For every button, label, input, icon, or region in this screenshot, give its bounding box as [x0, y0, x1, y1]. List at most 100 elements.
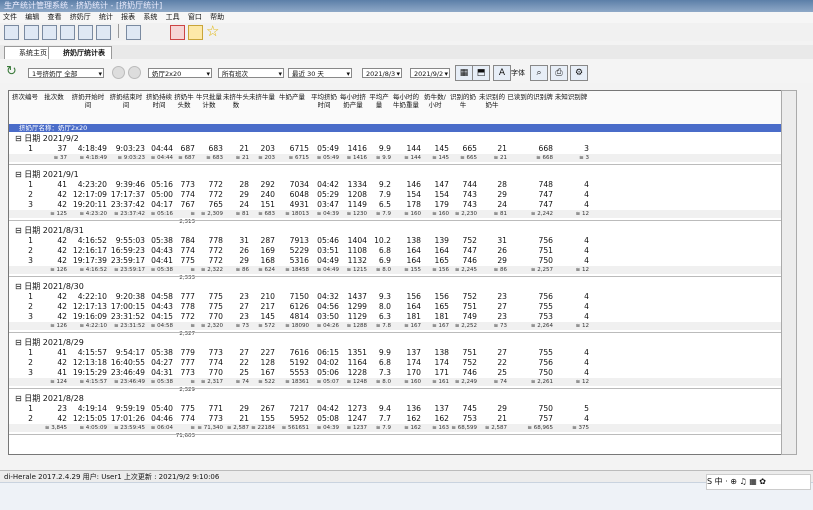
date-to-input[interactable]: 2021/9/2	[410, 68, 450, 78]
summary-cell: ≅ 145	[432, 155, 449, 161]
col-header[interactable]: 每小时挤奶产量	[339, 93, 367, 109]
date-from-input[interactable]: 2021/8/3	[362, 68, 402, 78]
table-row[interactable]: 3 42 19:16:09 23:31:52 04:15 772 770 23 145 4814 0…	[9, 312, 781, 322]
table-cell: 7913	[289, 236, 309, 245]
date-group-header[interactable]: ⊟ 日期 2021/8/31	[15, 225, 84, 236]
col-header[interactable]: 识别的奶牛	[449, 93, 477, 109]
table-cell: 23	[497, 312, 507, 321]
table-cell: 3	[28, 256, 33, 265]
table-row[interactable]: 3 42 19:20:11 23:37:42 04:17 767 765 24 151 4931 0…	[9, 200, 781, 210]
menu-help[interactable]: 帮助	[210, 13, 224, 21]
settings-icon[interactable]: ⚙	[570, 65, 588, 81]
menu-view[interactable]: 查看	[47, 13, 61, 21]
summary-cell: ≅ 05:07	[316, 379, 339, 385]
warning-icon[interactable]	[188, 25, 203, 40]
table-row[interactable]: 1 23 4:19:14 9:59:19 05:40 775 771 29 267 7217 04:…	[9, 404, 781, 414]
summary-cell: ≅ 18013	[285, 211, 309, 217]
vertical-scrollbar[interactable]	[781, 90, 797, 455]
summary-cell: ≅ 8.0	[375, 379, 391, 385]
col-header[interactable]: 平均产量	[367, 93, 391, 109]
table-row[interactable]: 1 41 4:23:20 9:39:46 05:16 773 772 28 292 7034 04:…	[9, 180, 781, 190]
summary-cell: ≅ 7.9	[375, 211, 391, 217]
export-icon[interactable]: ⬒	[472, 65, 490, 81]
col-header[interactable]: 奶牛数/小时	[421, 93, 449, 109]
table-cell: 751	[462, 348, 478, 357]
refresh-icon[interactable]: ↻	[6, 64, 17, 79]
col-header[interactable]: 挤奶持续时间	[145, 93, 173, 109]
summary-cell: ≅ 2,322	[200, 267, 223, 273]
menu-file[interactable]: 文件	[3, 13, 17, 21]
list-icon[interactable]	[60, 25, 75, 40]
date-group-header[interactable]: ⊟ 日期 2021/9/2	[15, 133, 79, 144]
table-row[interactable]: 2 42 12:17:09 17:17:37 05:00 774 772 29 240 6048 0…	[9, 190, 781, 200]
table-cell: 06:15	[317, 348, 339, 357]
menu-system[interactable]: 系统	[143, 13, 157, 21]
table-row[interactable]: 3 41 19:15:29 23:46:49 04:31 773 770 25 167 5553 0…	[9, 368, 781, 378]
summary-cell: ≅ 04:26	[316, 323, 339, 329]
col-header[interactable]: 平均挤奶时间	[309, 93, 339, 109]
col-header[interactable]: 未挤牛头数	[223, 93, 249, 109]
home-icon[interactable]	[4, 25, 19, 40]
col-header[interactable]: 挤次编号	[9, 93, 41, 101]
tab-home[interactable]: 系统主页	[4, 46, 54, 60]
back-icon[interactable]	[112, 66, 125, 79]
ime-toolbar[interactable]: S 中 · ⊕ ♫ ▦ ✿	[706, 474, 811, 490]
table-cell: 4	[584, 414, 589, 423]
table-cell: 17:01:26	[110, 414, 145, 423]
hall-select[interactable]: 奶厅2x20	[148, 68, 212, 78]
col-header[interactable]: 未知识别牌	[553, 93, 589, 101]
calendar-icon[interactable]: ▦	[455, 65, 473, 81]
search-icon[interactable]: ⌕	[530, 65, 548, 81]
document-icon[interactable]	[42, 25, 57, 40]
shift-select[interactable]: 所有班次	[218, 68, 284, 78]
menu-stats[interactable]: 统计	[99, 13, 113, 21]
table-cell: 19:20:11	[72, 200, 107, 209]
date-group-header[interactable]: ⊟ 日期 2021/8/28	[15, 393, 84, 404]
menu-edit[interactable]: 编辑	[25, 13, 39, 21]
date-group-header[interactable]: ⊟ 日期 2021/9/1	[15, 169, 79, 180]
date-group-header[interactable]: ⊟ 日期 2021/8/29	[15, 337, 84, 348]
col-header[interactable]: 挤奶开始时间	[69, 93, 107, 109]
menu-tools[interactable]: 工具	[166, 13, 180, 21]
table-cell: 687	[180, 144, 196, 153]
table-row[interactable]: 2 42 12:16:17 16:59:23 04:43 774 772 26 169 5229 0…	[9, 246, 781, 256]
menu-report[interactable]: 报表	[121, 13, 135, 21]
col-header[interactable]: 未识别的奶牛	[477, 93, 507, 109]
table-row[interactable]: 1 42 4:22:10 9:20:38 04:58 777 775 23 210 7150 04:…	[9, 292, 781, 302]
col-header[interactable]: 挤奶结束时间	[107, 93, 145, 109]
chart-icon[interactable]	[78, 25, 93, 40]
date-group-header[interactable]: ⊟ 日期 2021/8/30	[15, 281, 84, 292]
alert-icon[interactable]	[170, 25, 185, 40]
font-size-icon[interactable]: A	[493, 65, 511, 81]
col-header[interactable]: 每小时的牛奶重量	[391, 93, 421, 109]
group-divider	[9, 276, 781, 277]
group-header: 挤奶厅名称：奶厅2x20	[9, 124, 781, 132]
range-select[interactable]: 最近 30 天	[288, 68, 352, 78]
tab-milking-stats[interactable]: 挤奶厅统计表	[48, 46, 112, 60]
col-header[interactable]: 挤奶牛头数	[173, 93, 195, 109]
report-icon[interactable]	[24, 25, 39, 40]
farm-select[interactable]: 1号挤奶厅 全部	[28, 68, 104, 78]
table-row[interactable]: 1 41 4:15:57 9:54:17 05:38 779 773 27 227 7616 06:…	[9, 348, 781, 358]
col-header[interactable]: 批次数	[41, 93, 67, 101]
menu-window[interactable]: 窗口	[188, 13, 202, 21]
summary-cell: ≅ 23:59:45	[113, 425, 145, 431]
col-header[interactable]: 牛只批量计数	[195, 93, 223, 109]
print-icon[interactable]: ⎙	[550, 65, 568, 81]
forward-icon[interactable]	[128, 66, 141, 79]
table-row[interactable]: 3 42 19:17:39 23:59:17 04:41 775 772 29 168 5316 0…	[9, 256, 781, 266]
table-row[interactable]: 1 42 4:16:52 9:55:03 05:38 784 778 31 287 7913 05:…	[9, 236, 781, 246]
table-cell: 128	[260, 358, 276, 367]
table-cell: 773	[180, 180, 196, 189]
star-icon[interactable]: ☆	[206, 22, 219, 40]
menu-hall[interactable]: 挤奶厅	[70, 13, 91, 21]
table-row[interactable]: 2 42 12:13:18 16:40:55 04:27 777 774 22 128 5192 0…	[9, 358, 781, 368]
grid-icon[interactable]	[126, 25, 141, 40]
table-row[interactable]: 2 42 12:17:13 17:00:15 04:43 778 775 27 217 6126 0…	[9, 302, 781, 312]
edit-icon[interactable]	[96, 25, 111, 40]
table-row[interactable]: 1 37 4:18:49 9:03:23 04:44 687 683 21 203 6715 05:…	[9, 144, 781, 154]
col-header[interactable]: 牛奶产量	[275, 93, 309, 101]
table-row[interactable]: 2 42 12:15:05 17:01:26 04:46 774 773 21 155 5952 0…	[9, 414, 781, 424]
col-header[interactable]: 已读到的识别牌	[507, 93, 553, 101]
col-header[interactable]: 未挤牛量	[249, 93, 275, 101]
